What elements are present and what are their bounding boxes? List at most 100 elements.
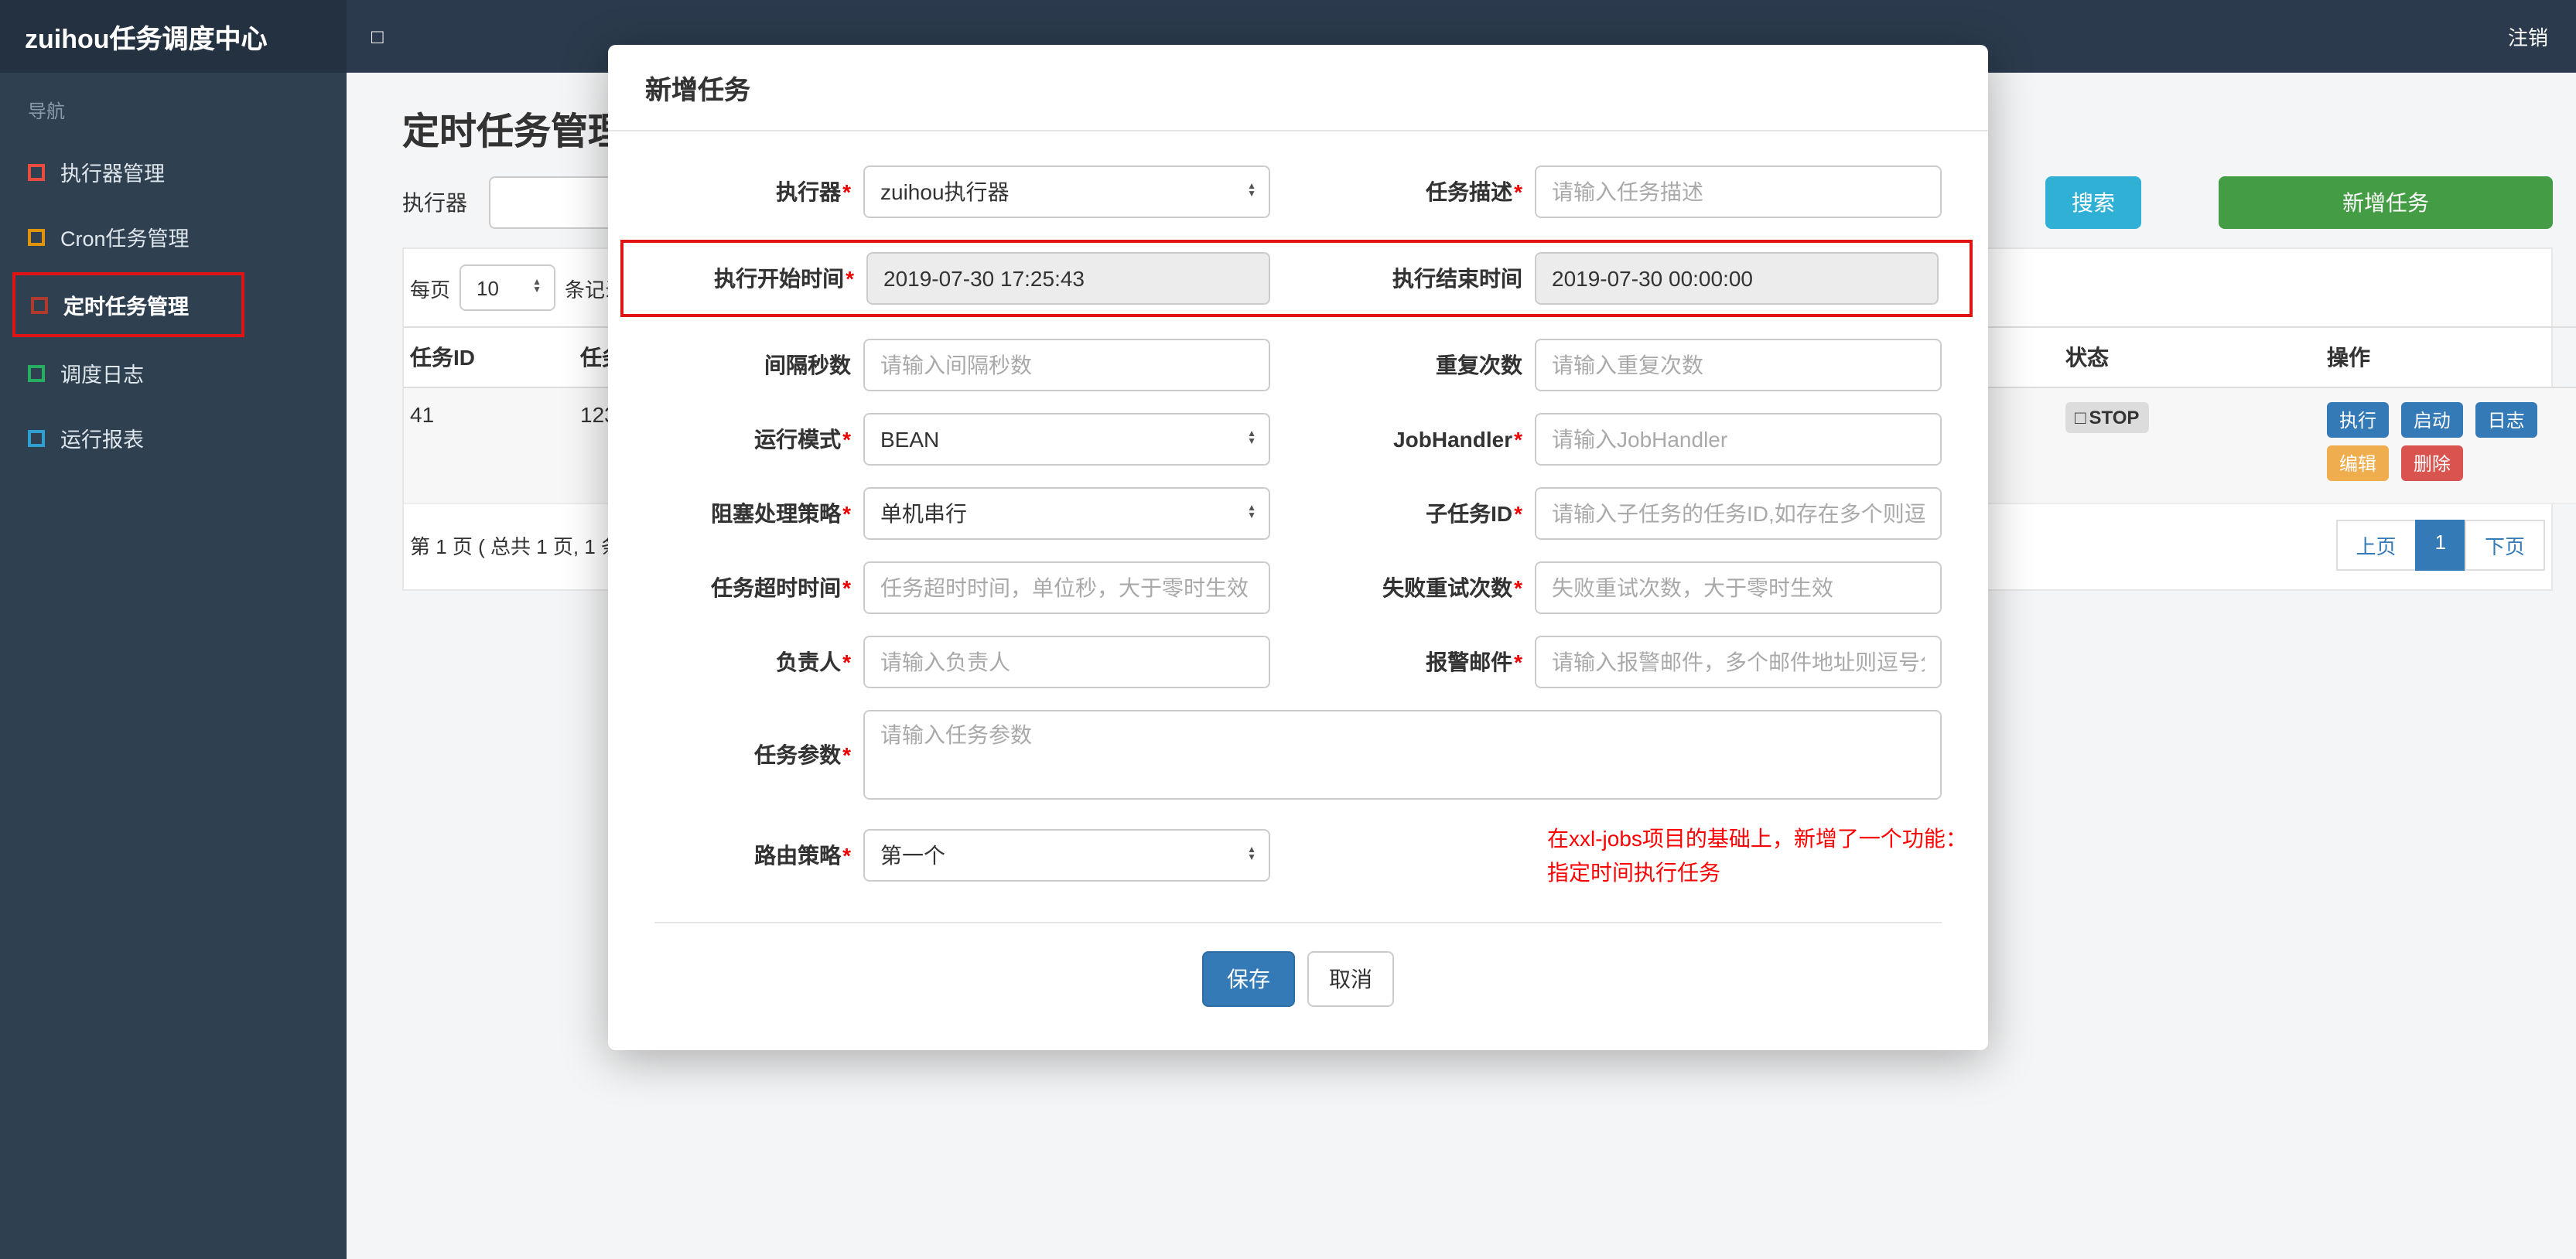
page-size-prefix: 每页 — [410, 278, 451, 301]
sidebar-item-schedule-log[interactable]: 调度日志 — [0, 340, 347, 405]
select-arrows-icon: ▲▼ — [1247, 183, 1256, 200]
header-actions: 操作 — [2311, 326, 2576, 388]
schedule-log-icon — [28, 364, 45, 381]
required-mark: * — [1514, 650, 1522, 674]
alarm-email-input[interactable] — [1535, 636, 1942, 688]
status-text: STOP — [2089, 407, 2140, 428]
cancel-button[interactable]: 取消 — [1307, 950, 1394, 1007]
add-task-modal: 新增任务 执行器 * zuihou执行器 ▲ ▼ 任务描述 * 请输入任务描述 … — [608, 45, 1988, 1050]
repeat-count-label: 重复次数 — [1436, 353, 1522, 377]
required-mark: * — [1514, 575, 1522, 600]
modal-actions: 保存 取消 — [654, 923, 1942, 1019]
job-handler-input[interactable] — [1535, 413, 1942, 466]
interval-label: 间隔秒数 — [764, 353, 851, 377]
child-job-id-input[interactable] — [1535, 487, 1942, 540]
start-time-label: 执行开始时间 * — [714, 266, 854, 291]
job-param-label: 任务参数 * — [754, 742, 851, 767]
execute-button[interactable]: 执行 — [2327, 402, 2390, 438]
time-row-highlight: 执行开始时间* 执行结束时间 — [620, 240, 1973, 317]
select-arrows-icon: ▲▼ — [1247, 846, 1256, 864]
interval-input[interactable] — [863, 339, 1270, 391]
run-mode-value: BEAN — [880, 427, 940, 452]
run-mode-select[interactable]: BEAN ▲ ▼ — [863, 413, 1270, 466]
sidebar-item-executor-manager[interactable]: 执行器管理 — [0, 139, 347, 204]
block-strategy-select[interactable]: 单机串行 ▲ ▼ — [863, 487, 1270, 540]
app-brand: zuihou任务调度中心 — [0, 0, 347, 73]
timed-task-icon — [31, 296, 48, 313]
required-mark: * — [842, 575, 851, 600]
modal-body: 执行器* zuihou执行器 ▲▼ 任务描述* 执行开始时间* — [608, 131, 1988, 1050]
block-strategy-label: 阻塞处理策略 * — [711, 501, 851, 526]
child-job-id-label: 子任务ID * — [1426, 501, 1522, 526]
header-status: 状态 — [2050, 326, 2311, 388]
fail-retry-input[interactable] — [1535, 561, 1942, 614]
add-task-button[interactable]: 新增任务 — [2219, 176, 2553, 229]
sidebar-item-run-report[interactable]: 运行报表 — [0, 405, 347, 470]
job-desc-label: 任务描述 * — [1426, 179, 1522, 204]
alarm-email-label: 报警邮件 * — [1426, 650, 1522, 674]
executor-filter-label: 执行器 — [402, 190, 467, 215]
end-time-input[interactable] — [1535, 252, 1939, 305]
sidebar-item-cron-task[interactable]: Cron任务管理 — [0, 204, 347, 269]
sidebar-item-label: 运行报表 — [60, 428, 144, 452]
search-button[interactable]: 搜索 — [2045, 176, 2141, 229]
cell-status: □ STOP — [2050, 387, 2311, 504]
required-mark: * — [846, 266, 854, 291]
executor-select-value: zuihou执行器 — [880, 179, 1010, 204]
start-button[interactable]: 启动 — [2400, 402, 2463, 438]
executor-label: 执行器 * — [776, 179, 851, 204]
owner-label: 负责人 * — [776, 650, 851, 674]
page-1-button[interactable]: 1 — [2414, 520, 2466, 571]
repeat-count-input[interactable] — [1535, 339, 1942, 391]
required-mark: * — [842, 650, 851, 674]
select-arrows-icon: ▲▼ — [1247, 430, 1256, 447]
cron-task-icon — [28, 228, 45, 245]
required-mark: * — [1514, 501, 1522, 526]
cell-task-id: 41 — [404, 387, 565, 504]
required-mark: * — [1514, 427, 1522, 452]
page-size-select[interactable]: 10 ▲ ▼ — [460, 264, 556, 311]
edit-button[interactable]: 编辑 — [2327, 445, 2390, 481]
owner-input[interactable] — [863, 636, 1270, 688]
start-time-input[interactable] — [866, 252, 1270, 305]
select-arrows-icon: ▲▼ — [1247, 504, 1256, 521]
route-strategy-select[interactable]: 第一个 ▲ ▼ — [863, 829, 1270, 882]
sidebar: 导航 执行器管理 Cron任务管理 定时任务管理 调度日志 运行报表 — [0, 73, 347, 1259]
feature-note-line2: 指定时间执行任务 — [1547, 860, 1720, 885]
sidebar-item-label: Cron任务管理 — [60, 227, 190, 251]
timeout-input[interactable] — [863, 561, 1270, 614]
next-page-button[interactable]: 下页 — [2464, 520, 2545, 571]
feature-note-line1: 在xxl-jobs项目的基础上，新增了一个功能： — [1547, 826, 1967, 851]
run-report-icon — [28, 429, 45, 446]
sidebar-toggle-icon[interactable]: □ — [371, 25, 384, 48]
executor-select[interactable]: zuihou执行器 ▲ ▼ — [863, 165, 1270, 218]
modal-header: 新增任务 — [608, 45, 1988, 131]
save-button[interactable]: 保存 — [1202, 950, 1295, 1007]
job-param-textarea[interactable] — [863, 710, 1942, 800]
cell-actions: 执行 启动 日志 编辑 删除 — [2311, 387, 2576, 504]
route-strategy-label: 路由策略 * — [754, 843, 851, 868]
header-task-id: 任务ID — [404, 326, 565, 388]
select-arrows-icon: ▲▼ — [532, 278, 542, 295]
prev-page-button[interactable]: 上页 — [2335, 520, 2417, 571]
logout-link[interactable]: 注销 — [2508, 26, 2548, 49]
executor-manager-icon — [28, 163, 45, 180]
feature-note: 在xxl-jobs项目的基础上，新增了一个功能： 指定时间执行任务 — [1547, 821, 1967, 891]
run-mode-label: 运行模式 * — [754, 427, 851, 452]
timeout-label: 任务超时时间 * — [711, 575, 851, 600]
fail-retry-label: 失败重试次数 * — [1382, 575, 1522, 600]
stop-square-icon: □ — [2075, 407, 2086, 428]
required-mark: * — [842, 742, 851, 767]
pagination: 上页 1 下页 — [2335, 520, 2545, 571]
required-mark: * — [842, 843, 851, 868]
required-mark: * — [1514, 179, 1522, 204]
job-desc-input[interactable] — [1535, 165, 1942, 218]
modal-title: 新增任务 — [645, 76, 750, 105]
end-time-label: 执行结束时间 — [1392, 266, 1522, 291]
delete-button[interactable]: 删除 — [2400, 445, 2463, 481]
sidebar-section-label: 导航 — [28, 101, 66, 122]
sidebar-item-timed-task[interactable]: 定时任务管理 — [12, 272, 244, 337]
log-button[interactable]: 日志 — [2475, 402, 2537, 438]
required-mark: * — [842, 179, 851, 204]
sidebar-item-label: 执行器管理 — [60, 162, 165, 186]
